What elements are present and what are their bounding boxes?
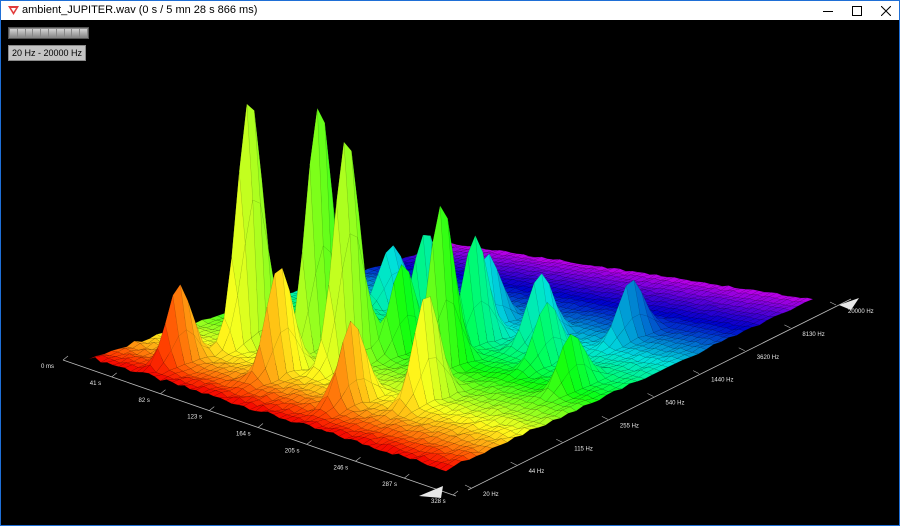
time-tick-label: 0 ms bbox=[41, 364, 54, 370]
close-icon bbox=[881, 5, 891, 16]
freq-tick-label: 44 Hz bbox=[529, 469, 545, 475]
time-tick-label: 123 s bbox=[187, 415, 202, 421]
maximize-icon bbox=[852, 5, 862, 16]
freq-tick-label: 20 Hz bbox=[483, 492, 499, 498]
time-tick-label: 246 s bbox=[334, 465, 349, 471]
freq-tick-label: 8130 Hz bbox=[802, 332, 824, 338]
time-tick-label: 205 s bbox=[285, 448, 300, 454]
time-tick-label: 328 s bbox=[431, 499, 446, 505]
app-window: ambient_JUPITER.wav (0 s / 5 mn 28 s 866… bbox=[0, 0, 900, 526]
time-axis-arrow bbox=[419, 486, 443, 498]
app-logo-icon bbox=[8, 6, 19, 15]
time-tick-label: 287 s bbox=[382, 482, 397, 488]
title-bar[interactable]: ambient_JUPITER.wav (0 s / 5 mn 28 s 866… bbox=[1, 1, 899, 20]
freq-tick-label: 1440 Hz bbox=[711, 378, 733, 384]
frequency-range-button[interactable]: 20 Hz - 20000 Hz bbox=[8, 45, 87, 61]
level-meter[interactable] bbox=[8, 27, 89, 39]
freq-tick-label: 540 Hz bbox=[666, 401, 685, 407]
minimize-icon bbox=[823, 10, 833, 12]
time-tick-label: 82 s bbox=[139, 398, 150, 404]
spectrogram-view[interactable]: 0 ms 41 s 82 s 123 s 164 s 205 s 246 s 287 s 328… bbox=[1, 20, 899, 525]
freq-tick-label: 20000 Hz bbox=[848, 309, 874, 315]
spectrogram-3d-plot[interactable]: 0 ms 41 s 82 s 123 s 164 s 205 s 246 s 287 s 328… bbox=[1, 20, 899, 525]
window-title: ambient_JUPITER.wav (0 s / 5 mn 28 s 866… bbox=[22, 4, 258, 16]
close-button[interactable] bbox=[871, 1, 899, 20]
freq-tick-label: 3620 Hz bbox=[757, 355, 779, 361]
minimize-button[interactable] bbox=[813, 1, 843, 20]
time-tick-label: 164 s bbox=[236, 432, 251, 438]
time-tick-label: 41 s bbox=[90, 381, 101, 387]
maximize-button[interactable] bbox=[842, 1, 872, 20]
freq-tick-label: 115 Hz bbox=[574, 446, 593, 452]
freq-tick-label: 255 Hz bbox=[620, 423, 639, 429]
